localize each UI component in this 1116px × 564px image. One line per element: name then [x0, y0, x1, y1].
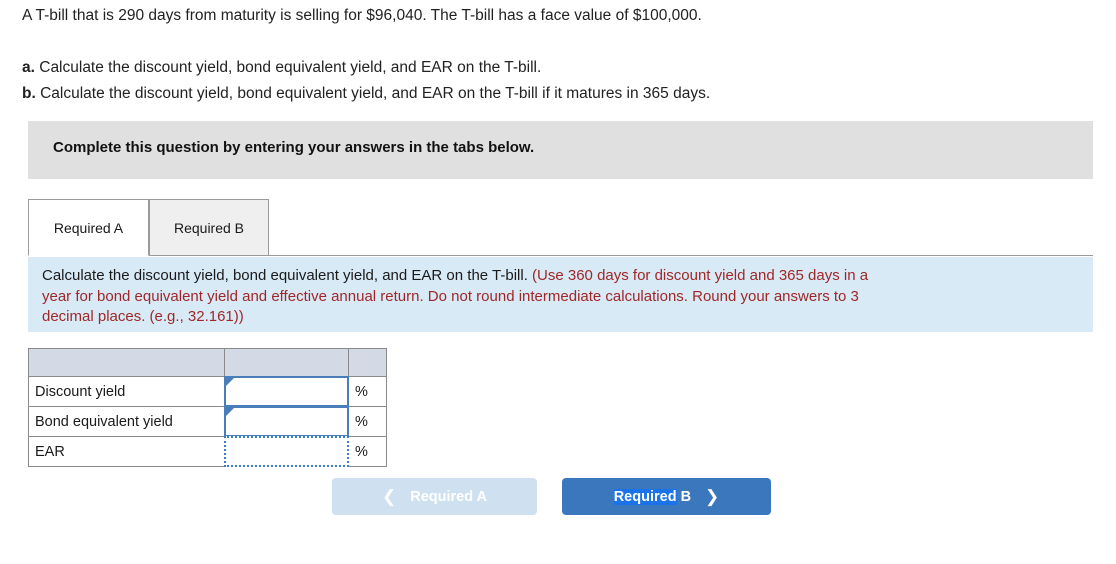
tab-strip: Required A Required B [28, 199, 1093, 256]
part-b-marker: b. [22, 85, 36, 102]
next-button-label-rest: B [676, 488, 692, 505]
instructions-main-text: Calculate the discount yield, bond equiv… [42, 267, 533, 284]
problem-statement: A T-bill that is 290 days from maturity … [22, 3, 1094, 107]
problem-stem: A T-bill that is 290 days from maturity … [22, 7, 702, 24]
tab-required-b[interactable]: Required B [149, 199, 269, 256]
table-header-cell-unit [348, 348, 387, 377]
instructions-hint-1: (Use 360 days for discount yield and 365… [532, 267, 869, 284]
problem-part-a: a. Calculate the discount yield, bond eq… [22, 55, 1094, 81]
instructions-hint-2: year for bond equivalent yield and effec… [42, 287, 859, 305]
chevron-right-icon: ❯ [705, 487, 720, 506]
cell-focus-border [224, 376, 349, 407]
table-header-row [28, 348, 387, 377]
tab-required-b-label: Required B [173, 219, 245, 236]
next-required-b-button[interactable]: Required B ❯ [562, 478, 771, 515]
problem-parts: a. Calculate the discount yield, bond eq… [22, 55, 1094, 107]
part-b-text: Calculate the discount yield, bond equiv… [35, 85, 711, 102]
tab-required-a-label: Required A [53, 219, 124, 236]
row-unit-discount-yield: % [348, 376, 387, 407]
answer-table: Discount yield % Bond equivalent yield %… [28, 348, 387, 467]
tab-required-a[interactable]: Required A [28, 199, 149, 256]
row-unit-bond-equivalent-yield: % [348, 406, 387, 437]
instructions-line-1: Calculate the discount yield, bond equiv… [42, 266, 1079, 287]
prev-button-label: Required A [410, 488, 488, 505]
part-a-marker: a. [22, 59, 35, 76]
part-a-text: Calculate the discount yield, bond equiv… [34, 59, 542, 76]
next-button-label-selected: Required [613, 488, 677, 505]
cell-focus-border [224, 406, 349, 437]
table-row: Discount yield % [28, 376, 387, 407]
table-row: EAR % [28, 436, 387, 467]
table-row: Bond equivalent yield % [28, 406, 387, 437]
input-cell-ear[interactable] [224, 436, 349, 467]
row-label-bond-equivalent-yield: Bond equivalent yield [28, 406, 225, 437]
question-instructions-panel: Calculate the discount yield, bond equiv… [28, 257, 1093, 332]
instruction-banner: Complete this question by entering your … [28, 121, 1093, 179]
input-cell-bond-equivalent-yield[interactable] [224, 406, 349, 437]
row-label-discount-yield: Discount yield [28, 376, 225, 407]
problem-part-b: b. Calculate the discount yield, bond eq… [22, 81, 1094, 107]
instruction-banner-text: Complete this question by entering your … [53, 139, 535, 156]
instructions-hint-3: decimal places. (e.g., 32.161)) [42, 308, 244, 325]
row-unit-ear: % [348, 436, 387, 467]
input-cell-discount-yield[interactable] [224, 376, 349, 407]
table-header-cell-value [224, 348, 349, 377]
next-button-label: Required B [613, 488, 692, 505]
table-header-cell-label [28, 348, 225, 377]
row-label-ear: EAR [28, 436, 225, 467]
chevron-left-icon: ❮ [381, 487, 397, 506]
cell-selection-marquee [224, 436, 349, 467]
prev-required-a-button[interactable]: ❮ Required A [332, 478, 537, 515]
